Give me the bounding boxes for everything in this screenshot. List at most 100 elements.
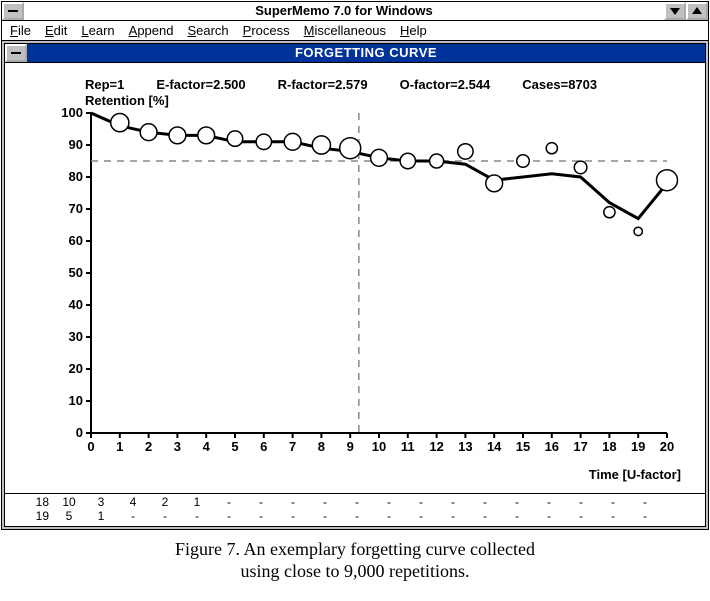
- table-cell: -: [213, 495, 245, 509]
- svg-text:50: 50: [69, 265, 83, 280]
- title-bar: SuperMemo 7.0 for Windows: [2, 2, 708, 21]
- svg-text:16: 16: [545, 439, 559, 454]
- menu-process[interactable]: Process: [243, 23, 290, 38]
- menu-help[interactable]: Help: [400, 23, 427, 38]
- svg-text:8: 8: [318, 439, 325, 454]
- svg-text:10: 10: [372, 439, 386, 454]
- table-cell: -: [405, 509, 437, 523]
- table-cell: -: [277, 509, 309, 523]
- figure-caption: Figure 7. An exemplary forgetting curve …: [0, 538, 710, 582]
- svg-text:9: 9: [347, 439, 354, 454]
- svg-text:17: 17: [573, 439, 587, 454]
- svg-text:1: 1: [116, 439, 123, 454]
- chart-area: Rep=1 E-factor=2.500 R-factor=2.579 O-fa…: [5, 62, 705, 493]
- table-cell: 5: [53, 509, 85, 523]
- svg-text:7: 7: [289, 439, 296, 454]
- row-lead: 18: [5, 495, 53, 509]
- table-cell: -: [533, 509, 565, 523]
- table-cell: -: [117, 509, 149, 523]
- table-cell: -: [629, 509, 661, 523]
- table-cell: 4: [117, 495, 149, 509]
- caption-line2: using close to 9,000 repetitions.: [0, 560, 710, 582]
- stat-rep: Rep=1: [85, 77, 124, 92]
- table-cell: -: [213, 509, 245, 523]
- svg-text:11: 11: [401, 439, 415, 454]
- data-table-strip: 18 103421-------------- 19 51-----------…: [5, 493, 705, 526]
- svg-text:10: 10: [69, 393, 83, 408]
- menu-append[interactable]: Append: [129, 23, 174, 38]
- table-cell: -: [373, 495, 405, 509]
- stat-efactor: E-factor=2.500: [156, 77, 245, 92]
- menu-file[interactable]: File: [10, 23, 31, 38]
- table-cell: -: [309, 509, 341, 523]
- svg-text:40: 40: [69, 297, 83, 312]
- svg-text:3: 3: [174, 439, 181, 454]
- table-cell: 3: [85, 495, 117, 509]
- svg-text:6: 6: [260, 439, 267, 454]
- svg-text:5: 5: [231, 439, 238, 454]
- window-title: SuperMemo 7.0 for Windows: [24, 2, 664, 20]
- table-cell: -: [501, 509, 533, 523]
- svg-text:20: 20: [69, 361, 83, 376]
- table-cell: 1: [85, 509, 117, 523]
- svg-text:19: 19: [631, 439, 645, 454]
- stat-rfactor: R-factor=2.579: [278, 77, 368, 92]
- svg-text:18: 18: [602, 439, 616, 454]
- menu-misc[interactable]: Miscellaneous: [304, 23, 386, 38]
- table-cell: -: [277, 495, 309, 509]
- svg-text:4: 4: [203, 439, 211, 454]
- stat-ofactor: O-factor=2.544: [400, 77, 491, 92]
- svg-text:30: 30: [69, 329, 83, 344]
- table-cell: -: [469, 495, 501, 509]
- table-cell: -: [181, 509, 213, 523]
- table-cell: 2: [149, 495, 181, 509]
- sub-system-menu-icon[interactable]: [5, 44, 27, 62]
- table-cell: -: [469, 509, 501, 523]
- table-cell: -: [533, 495, 565, 509]
- forgetting-curve-window: FORGETTING CURVE Rep=1 E-factor=2.500 R-…: [4, 43, 706, 527]
- table-cell: -: [341, 509, 373, 523]
- minimize-button[interactable]: [664, 2, 686, 20]
- table-cell: -: [597, 509, 629, 523]
- table-row: 19 51-----------------: [5, 509, 705, 523]
- table-cell: 1: [181, 495, 213, 509]
- table-row: 18 103421--------------: [5, 495, 705, 509]
- table-cell: -: [565, 509, 597, 523]
- svg-text:2: 2: [145, 439, 152, 454]
- menu-search[interactable]: Search: [187, 23, 228, 38]
- svg-text:70: 70: [69, 201, 83, 216]
- svg-text:60: 60: [69, 233, 83, 248]
- app-window: SuperMemo 7.0 for Windows File Edit Lear…: [1, 1, 709, 530]
- table-cell: -: [437, 509, 469, 523]
- table-cell: -: [245, 495, 277, 509]
- stat-cases: Cases=8703: [522, 77, 597, 92]
- svg-text:15: 15: [516, 439, 530, 454]
- svg-text:90: 90: [69, 137, 83, 152]
- sub-title-bar: FORGETTING CURVE: [5, 44, 705, 62]
- table-cell: -: [565, 495, 597, 509]
- system-menu-icon[interactable]: [2, 2, 24, 20]
- svg-text:14: 14: [487, 439, 502, 454]
- svg-text:0: 0: [87, 439, 94, 454]
- svg-text:80: 80: [69, 169, 83, 184]
- table-cell: -: [149, 509, 181, 523]
- forgetting-curve-plot: 0102030405060708090100012345678910111213…: [45, 103, 685, 473]
- table-cell: -: [309, 495, 341, 509]
- menu-edit[interactable]: Edit: [45, 23, 67, 38]
- svg-text:20: 20: [660, 439, 674, 454]
- table-cell: -: [437, 495, 469, 509]
- table-cell: -: [405, 495, 437, 509]
- table-cell: -: [373, 509, 405, 523]
- table-cell: 10: [53, 495, 85, 509]
- sub-window-title: FORGETTING CURVE: [27, 44, 705, 62]
- menu-learn[interactable]: Learn: [81, 23, 114, 38]
- maximize-button[interactable]: [686, 2, 708, 20]
- caption-line1: Figure 7. An exemplary forgetting curve …: [0, 538, 710, 560]
- svg-text:0: 0: [76, 425, 83, 440]
- table-cell: -: [629, 495, 661, 509]
- svg-text:12: 12: [429, 439, 443, 454]
- table-cell: -: [501, 495, 533, 509]
- svg-text:100: 100: [61, 105, 83, 120]
- menu-bar: File Edit Learn Append Search Process Mi…: [2, 21, 708, 41]
- svg-text:13: 13: [458, 439, 472, 454]
